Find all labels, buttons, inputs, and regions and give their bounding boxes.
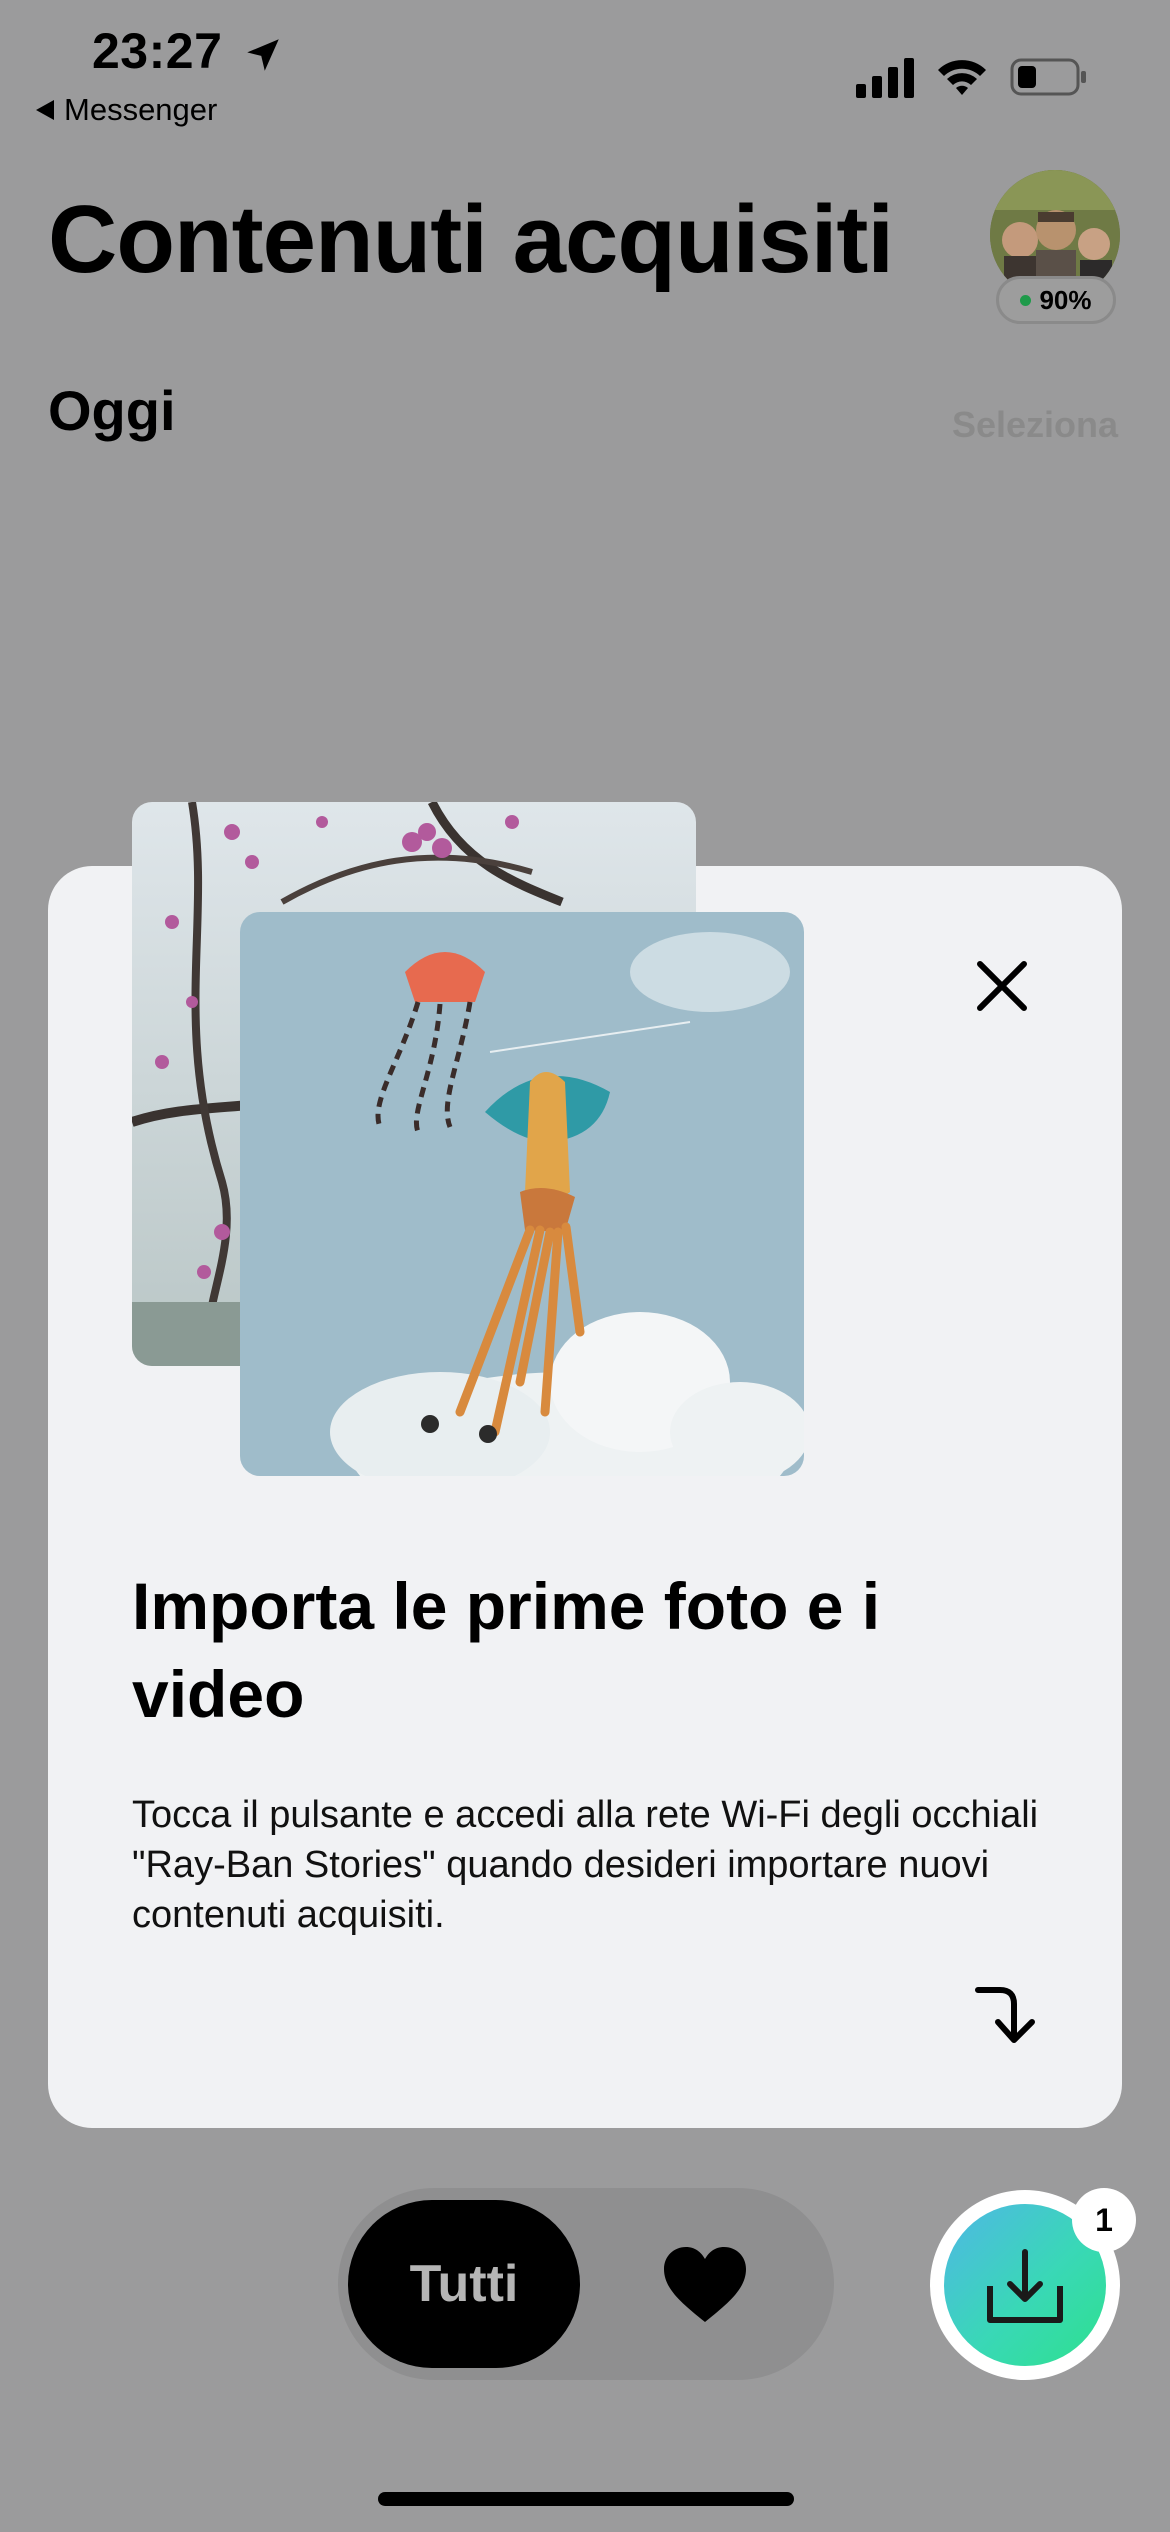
- section-heading-today: Oggi: [48, 379, 176, 442]
- select-button[interactable]: Seleziona: [952, 404, 1118, 446]
- device-battery-status: 90%: [996, 276, 1116, 324]
- download-tray-icon: [987, 2249, 1063, 2323]
- home-indicator[interactable]: [378, 2492, 794, 2506]
- curved-arrow-down-right-icon: [975, 1987, 1035, 2043]
- battery-icon: [1010, 58, 1086, 96]
- close-icon[interactable]: [970, 954, 1034, 1018]
- heart-icon[interactable]: [660, 2244, 750, 2326]
- back-arrow-icon: [36, 100, 54, 120]
- status-time: 23:27: [92, 23, 223, 79]
- card-description: Tocca il pulsante e accedi alla rete Wi-…: [132, 1794, 1039, 1936]
- back-link-label: Messenger: [64, 92, 218, 127]
- sample-photo-kites: [240, 912, 804, 1476]
- wifi-icon: [938, 60, 986, 95]
- tab-all[interactable]: Tutti: [348, 2200, 580, 2368]
- device-battery-label: 90%: [1039, 284, 1092, 315]
- location-arrow-icon: [247, 39, 279, 71]
- card-title: Importa le prime foto e i video: [132, 1569, 881, 1731]
- page-title: Contenuti acquisiti: [48, 186, 894, 293]
- cellular-signal-icon: [856, 58, 914, 98]
- pending-count-badge: 1: [1072, 2188, 1136, 2252]
- connected-dot: [1020, 294, 1032, 306]
- back-to-messenger-link[interactable]: Messenger: [36, 92, 217, 128]
